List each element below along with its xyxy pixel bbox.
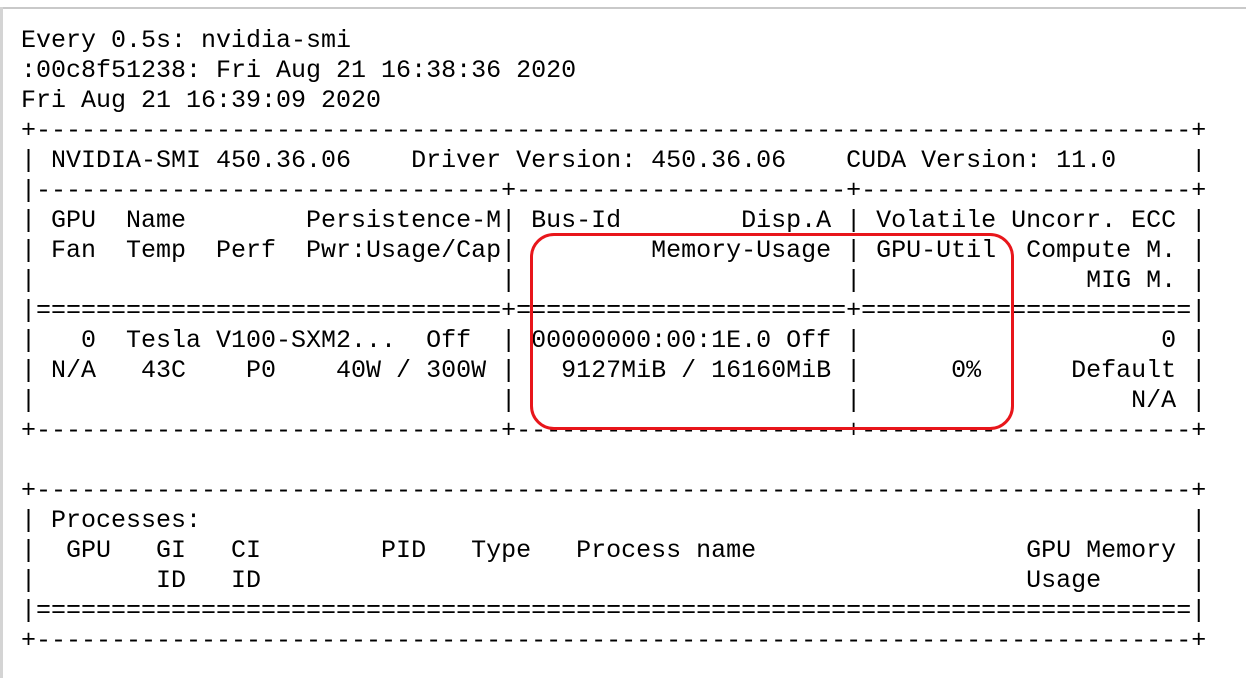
gpu-table-border-bottom: +-------------------------------+-------… [21, 416, 1207, 445]
current-date-line: Fri Aug 21 16:39:09 2020 [21, 86, 382, 115]
gpu-table-data-row: | 0 Tesla V100-SXM2... Off | 00000000:00… [21, 326, 1207, 355]
gpu-table-border-top: +---------------------------------------… [21, 116, 1207, 145]
window-left-border [0, 7, 3, 678]
gpu-table-separator: |-------------------------------+-------… [21, 176, 1207, 205]
nvidia-smi-output: Every 0.5s: nvidia-smi:00c8f51238: Fri A… [21, 26, 1206, 656]
host-timestamp-line: :00c8f51238: Fri Aug 21 16:38:36 2020 [21, 56, 577, 85]
gpu-table-header-row: | Fan Temp Perf Pwr:Usage/Cap| Memory-Us… [21, 236, 1207, 265]
process-table-header-row: | ID ID Usage | [21, 566, 1207, 595]
gpu-table-data-row: | N/A 43C P0 40W / 300W | 9127MiB / 1616… [21, 356, 1207, 385]
process-table-border-bottom: +---------------------------------------… [21, 626, 1207, 655]
terminal-window: Every 0.5s: nvidia-smi:00c8f51238: Fri A… [0, 0, 1246, 678]
window-top-border [0, 7, 1246, 9]
gpu-table-header-row: | GPU Name Persistence-M| Bus-Id Disp.A … [21, 206, 1207, 235]
gpu-table-header-separator: |===============================+=======… [21, 296, 1207, 325]
watch-command-line: Every 0.5s: nvidia-smi [21, 26, 352, 55]
process-table-border-top: +---------------------------------------… [21, 476, 1207, 505]
process-table-header-row: | GPU GI CI PID Type Process name GPU Me… [21, 536, 1207, 565]
process-table-separator: |=======================================… [21, 596, 1207, 625]
gpu-table-header-row: | | | MIG M. | [21, 266, 1207, 295]
process-table-title-row: | Processes: | [21, 506, 1207, 535]
gpu-table-version-row: | NVIDIA-SMI 450.36.06 Driver Version: 4… [21, 146, 1207, 175]
gpu-table-data-row: | | | N/A | [21, 386, 1207, 415]
